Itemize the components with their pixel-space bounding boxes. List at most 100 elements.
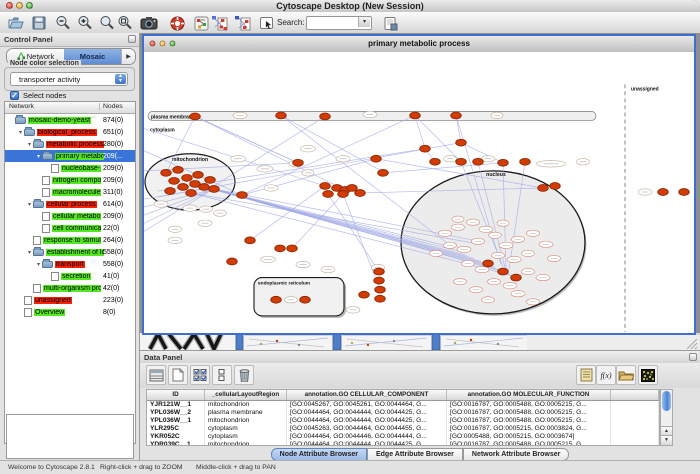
network-node[interactable]: [169, 177, 180, 184]
tree-row-metabolic-process[interactable]: ▾metabolic process280(0): [5, 138, 135, 150]
scrollbar-thumb[interactable]: [662, 391, 671, 411]
network-node[interactable]: [275, 245, 286, 252]
network-overview-icon[interactable]: [192, 14, 211, 32]
matrix-icon[interactable]: [638, 365, 658, 385]
function-icon[interactable]: f(x): [596, 365, 616, 385]
network-node[interactable]: [186, 190, 197, 197]
disclosure-triangle-icon[interactable]: ▾: [26, 201, 33, 208]
network-node[interactable]: [182, 174, 193, 181]
network-node[interactable]: [320, 183, 331, 190]
network-node[interactable]: [161, 169, 172, 176]
tree-row-cellular-process[interactable]: ▾cellular process614(0): [5, 198, 135, 210]
tree-row-unassigned[interactable]: unassigned223(0): [5, 294, 135, 306]
network-node[interactable]: [520, 158, 531, 165]
network-node[interactable]: [245, 237, 256, 244]
network-view-window[interactable]: primary metabolic process plasma membran…: [142, 34, 696, 335]
tree-row-cellular-metabol[interactable]: cellular metabol209(0): [5, 210, 135, 222]
network-node[interactable]: [338, 191, 349, 198]
disclosure-triangle-icon[interactable]: ▾: [35, 261, 42, 268]
table-row[interactable]: YDR039C__1mitochondrion[GO:0044464, GO:0…: [147, 441, 659, 446]
table-row[interactable]: YPL036W__1mitochondrion[GO:0044464, GO:0…: [147, 417, 659, 425]
network-node[interactable]: [300, 296, 311, 303]
select-attributes-icon[interactable]: [190, 365, 210, 385]
network-node[interactable]: [483, 260, 494, 267]
disclosure-triangle-icon[interactable]: ▾: [26, 141, 33, 148]
table-row[interactable]: YLR295Ccytoplasm[GO:0045263, GO:0044464,…: [147, 425, 659, 433]
column-header-_cellularLayoutRegion[interactable]: _cellularLayoutRegion: [205, 390, 287, 400]
disclosure-triangle-icon[interactable]: ▾: [17, 129, 24, 136]
network-node[interactable]: [378, 169, 389, 176]
select-nodes-checkbox[interactable]: ✓: [10, 91, 19, 100]
zoom-out-icon[interactable]: [53, 14, 72, 32]
network-node[interactable]: [190, 113, 201, 120]
network-node[interactable]: [456, 158, 467, 165]
tree-row-biological-process[interactable]: ▾biological_process651(0): [5, 126, 135, 138]
layout-icon-1[interactable]: [210, 14, 229, 32]
advanced-search-icon[interactable]: [381, 14, 400, 32]
network-node[interactable]: [498, 159, 509, 166]
network-node[interactable]: [375, 295, 386, 302]
tree-row-overview[interactable]: Overview8(0): [5, 306, 135, 318]
zoom-fit-icon[interactable]: [115, 14, 134, 32]
zoom-selected-icon[interactable]: [97, 14, 116, 32]
network-node[interactable]: [209, 186, 220, 193]
column-header-empty[interactable]: [611, 390, 659, 400]
network-node[interactable]: [173, 166, 184, 173]
open-folder-icon[interactable]: [6, 14, 25, 32]
network-node[interactable]: [271, 296, 282, 303]
network-node[interactable]: [430, 158, 441, 165]
network-node[interactable]: [320, 113, 331, 120]
network-node[interactable]: [227, 258, 238, 265]
network-node[interactable]: [473, 158, 484, 165]
network-node[interactable]: [199, 184, 210, 191]
tree-row-response-to-stimul[interactable]: response to stimul264(0): [5, 234, 135, 246]
new-document-icon[interactable]: [168, 365, 188, 385]
column-header-annotation.GO CELLULAR_COMPONENT[interactable]: annotation.GO CELLULAR_COMPONENT: [287, 390, 447, 400]
tree-row-secretion[interactable]: secretion41(0): [5, 270, 135, 282]
zoom-in-icon[interactable]: [75, 14, 94, 32]
tree-row-mosaic-demo-yeast[interactable]: mosaic-demo-yeast874(0): [5, 114, 135, 126]
tree-row-macromolecule[interactable]: macromolecule311(0): [5, 186, 135, 198]
node-color-dropdown[interactable]: transporter activity ▲▼: [10, 72, 128, 86]
annotation-icon[interactable]: [257, 14, 276, 32]
table-vertical-scrollbar[interactable]: ▲ ▼: [660, 389, 673, 446]
network-node[interactable]: [359, 291, 370, 298]
network-node[interactable]: [371, 155, 382, 162]
network-node[interactable]: [323, 191, 334, 198]
network-node[interactable]: [237, 192, 248, 199]
search-input[interactable]: ▾: [306, 16, 372, 30]
disclosure-triangle-icon[interactable]: ▾: [35, 153, 42, 160]
network-node[interactable]: [658, 189, 669, 196]
layout-icon-2[interactable]: [233, 14, 252, 32]
network-node[interactable]: [538, 185, 549, 192]
report-icon[interactable]: [576, 365, 596, 385]
search-dropdown-arrow-icon[interactable]: ▾: [358, 17, 370, 27]
network-node[interactable]: [451, 112, 462, 119]
snapshot-icon[interactable]: [139, 14, 158, 32]
network-node[interactable]: [293, 159, 304, 166]
import-folder-icon[interactable]: [616, 365, 636, 385]
unselect-attributes-icon[interactable]: [212, 365, 232, 385]
network-node[interactable]: [498, 268, 509, 275]
table-row[interactable]: YKR052Ccytoplasm[GO:0044464, GO:0044446,…: [147, 433, 659, 441]
tree-row-establishment-of-lo[interactable]: ▾establishment of lo558(0): [5, 246, 135, 258]
network-node[interactable]: [511, 274, 522, 281]
network-node[interactable]: [205, 176, 216, 183]
network-canvas[interactable]: plasma membranecytoplasmmitochondrionnuc…: [144, 52, 694, 333]
tree-row-primary-metabo[interactable]: ▾primary metabo209(...: [5, 150, 135, 162]
tree-row-multi-organism-pro[interactable]: multi-organism pro42(0): [5, 282, 135, 294]
network-node[interactable]: [679, 189, 690, 196]
network-node[interactable]: [550, 183, 561, 190]
grid-icon[interactable]: [146, 365, 166, 385]
tree-row-nucleobase-[interactable]: nucleobase-209(0): [5, 162, 135, 174]
float-data-panel-icon[interactable]: [689, 353, 697, 361]
network-node[interactable]: [420, 145, 431, 152]
network-node[interactable]: [178, 184, 189, 191]
network-node[interactable]: [456, 139, 467, 146]
column-header-annotation.GO MOLECULAR_FUNCTION[interactable]: annotation.GO MOLECULAR_FUNCTION: [447, 390, 611, 400]
tree-row-nitrogen-compo[interactable]: nitrogen compo209(0): [5, 174, 135, 186]
disclosure-triangle-icon[interactable]: ▾: [26, 249, 33, 256]
network-node[interactable]: [193, 171, 204, 178]
trash-icon[interactable]: [234, 365, 254, 385]
network-node[interactable]: [276, 112, 287, 119]
